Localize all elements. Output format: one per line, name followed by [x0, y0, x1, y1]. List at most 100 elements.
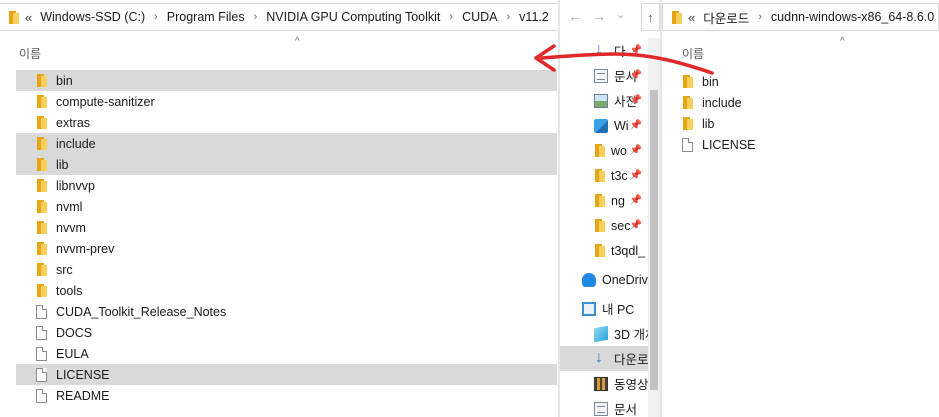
sort-ascending-icon: ^ — [840, 36, 845, 47]
nav-item-label: 내 PC — [602, 303, 635, 317]
nav-scrollbar[interactable] — [648, 38, 660, 417]
chevron-right-icon[interactable]: › — [254, 11, 258, 23]
address-overflow-chevron[interactable]: « — [25, 10, 32, 25]
name-column-header[interactable]: 이름 — [682, 45, 704, 62]
list-item[interactable]: LICENSE — [16, 364, 557, 385]
item-name: nvml — [56, 199, 83, 214]
pictures-icon — [594, 93, 608, 108]
list-item[interactable]: libnvvp — [16, 175, 557, 196]
nav-item-label: OneDrive — [602, 272, 655, 287]
name-column-header[interactable]: 이름 — [19, 45, 41, 62]
folder-icon — [682, 96, 693, 109]
nav-item-label: Wi — [614, 118, 629, 133]
breadcrumb-program-files[interactable]: Program Files — [167, 10, 245, 24]
chevron-right-icon[interactable]: › — [449, 11, 453, 23]
list-item[interactable]: tools — [16, 280, 557, 301]
left-address-bar[interactable]: « Windows-SSD (C:) › Program Files › NVI… — [0, 3, 559, 31]
item-name: CUDA_Toolkit_Release_Notes — [56, 304, 227, 319]
sort-ascending-icon: ^ — [295, 36, 300, 47]
breadcrumb-nvidia-toolkit[interactable]: NVIDIA GPU Computing Toolkit — [266, 10, 440, 24]
wifi-icon — [594, 118, 608, 133]
list-item[interactable]: LICENSE — [662, 134, 939, 155]
list-item[interactable]: CUDA_Toolkit_Release_Notes — [16, 301, 557, 322]
item-name: bin — [702, 74, 719, 89]
file-icon — [36, 388, 47, 403]
item-name: include — [56, 136, 96, 151]
file-icon — [36, 304, 47, 319]
list-item[interactable]: src — [16, 259, 557, 280]
nav-item-label: 문서 — [614, 403, 638, 417]
list-item[interactable]: nvml — [16, 196, 557, 217]
breadcrumb-downloads[interactable]: 다운로드 — [703, 8, 749, 27]
nav-item-label: 동영상 — [614, 378, 649, 392]
nav-scrollbar-thumb[interactable] — [650, 90, 658, 390]
nav-item[interactable]: 문서 📌 — [560, 63, 648, 88]
folder-icon — [594, 244, 605, 257]
list-item[interactable]: include — [16, 133, 557, 154]
right-address-bar[interactable]: « 다운로드 › cudnn-windows-x86_64-8.6.0 — [662, 3, 939, 31]
list-item[interactable]: nvvm-prev — [16, 238, 557, 259]
folder-icon — [36, 200, 47, 213]
nav-item[interactable]: t3qdl_ — [560, 238, 648, 263]
navigation-pane: ← → ⌄ ↑ 다📌문서📌사진📌Wi📌wo📌t3c📌ng📌sec📌t3qdl_O… — [560, 0, 660, 417]
download-icon — [594, 41, 608, 59]
nav-item[interactable]: 문서 — [560, 396, 648, 417]
item-name: libnvvp — [56, 178, 95, 193]
folder-icon — [594, 144, 605, 157]
item-name: include — [702, 95, 742, 110]
item-name: tools — [56, 283, 83, 298]
nav-item[interactable]: wo 📌 — [560, 138, 648, 163]
list-item[interactable]: bin — [16, 70, 557, 91]
recent-locations-chevron-icon[interactable]: ⌄ — [616, 8, 625, 24]
breadcrumb-cudnn[interactable]: cudnn-windows-x86_64-8.6.0 — [771, 10, 934, 24]
nav-item-label: t3qdl_ — [611, 243, 646, 258]
list-item[interactable]: lib — [662, 113, 939, 134]
video-icon — [594, 376, 608, 391]
nav-item[interactable]: sec 📌 — [560, 213, 648, 238]
item-name: bin — [56, 73, 73, 88]
item-name: LICENSE — [56, 367, 110, 382]
nav-item[interactable]: 동영상 — [560, 371, 649, 396]
folder-icon — [36, 179, 47, 192]
3d-objects-icon — [594, 325, 608, 342]
nav-item[interactable]: Wi 📌 — [560, 113, 648, 138]
item-name: src — [56, 262, 73, 277]
chevron-right-icon[interactable]: › — [507, 11, 511, 23]
folder-icon — [8, 10, 19, 24]
nav-item[interactable]: 내 PC — [560, 296, 648, 321]
nav-item[interactable]: OneDrive — [560, 267, 655, 292]
folder-icon — [36, 95, 47, 108]
folder-icon — [36, 116, 47, 129]
up-arrow-button[interactable]: ↑ — [641, 3, 660, 31]
nav-item[interactable]: ng 📌 — [560, 188, 648, 213]
item-name: EULA — [56, 346, 89, 361]
download-icon — [594, 349, 608, 367]
chevron-right-icon[interactable]: › — [758, 11, 762, 23]
list-item[interactable]: README — [16, 385, 557, 406]
list-item[interactable]: include — [662, 92, 939, 113]
pin-icon: 📌 — [629, 220, 642, 231]
list-item[interactable]: extras — [16, 112, 557, 133]
breadcrumb-drive[interactable]: Windows-SSD (C:) — [40, 10, 145, 24]
item-name: DOCS — [56, 325, 93, 340]
list-item[interactable]: DOCS — [16, 322, 557, 343]
list-item[interactable]: lib — [16, 154, 557, 175]
list-item[interactable]: EULA — [16, 343, 557, 364]
nav-item[interactable]: 3D 개체 — [560, 321, 656, 346]
breadcrumb-cuda[interactable]: CUDA — [462, 10, 497, 24]
pin-icon: 📌 — [629, 95, 642, 106]
nav-item[interactable]: t3c 📌 — [560, 163, 648, 188]
onedrive-icon — [582, 272, 596, 287]
nav-item[interactable]: 다운로드 — [560, 346, 660, 371]
nav-item[interactable]: 다📌 — [560, 38, 648, 63]
list-item[interactable]: bin — [662, 71, 939, 92]
list-item[interactable]: compute-sanitizer — [16, 91, 557, 112]
list-item[interactable]: nvvm — [16, 217, 557, 238]
chevron-right-icon[interactable]: › — [154, 11, 158, 23]
back-arrow-icon[interactable]: ← — [568, 8, 582, 24]
breadcrumb-version[interactable]: v11.2 — [519, 10, 549, 24]
nav-item[interactable]: 사진 📌 — [560, 88, 648, 113]
address-overflow-chevron[interactable]: « — [688, 10, 695, 25]
forward-arrow-icon[interactable]: → — [592, 8, 606, 24]
item-name: compute-sanitizer — [56, 94, 155, 109]
